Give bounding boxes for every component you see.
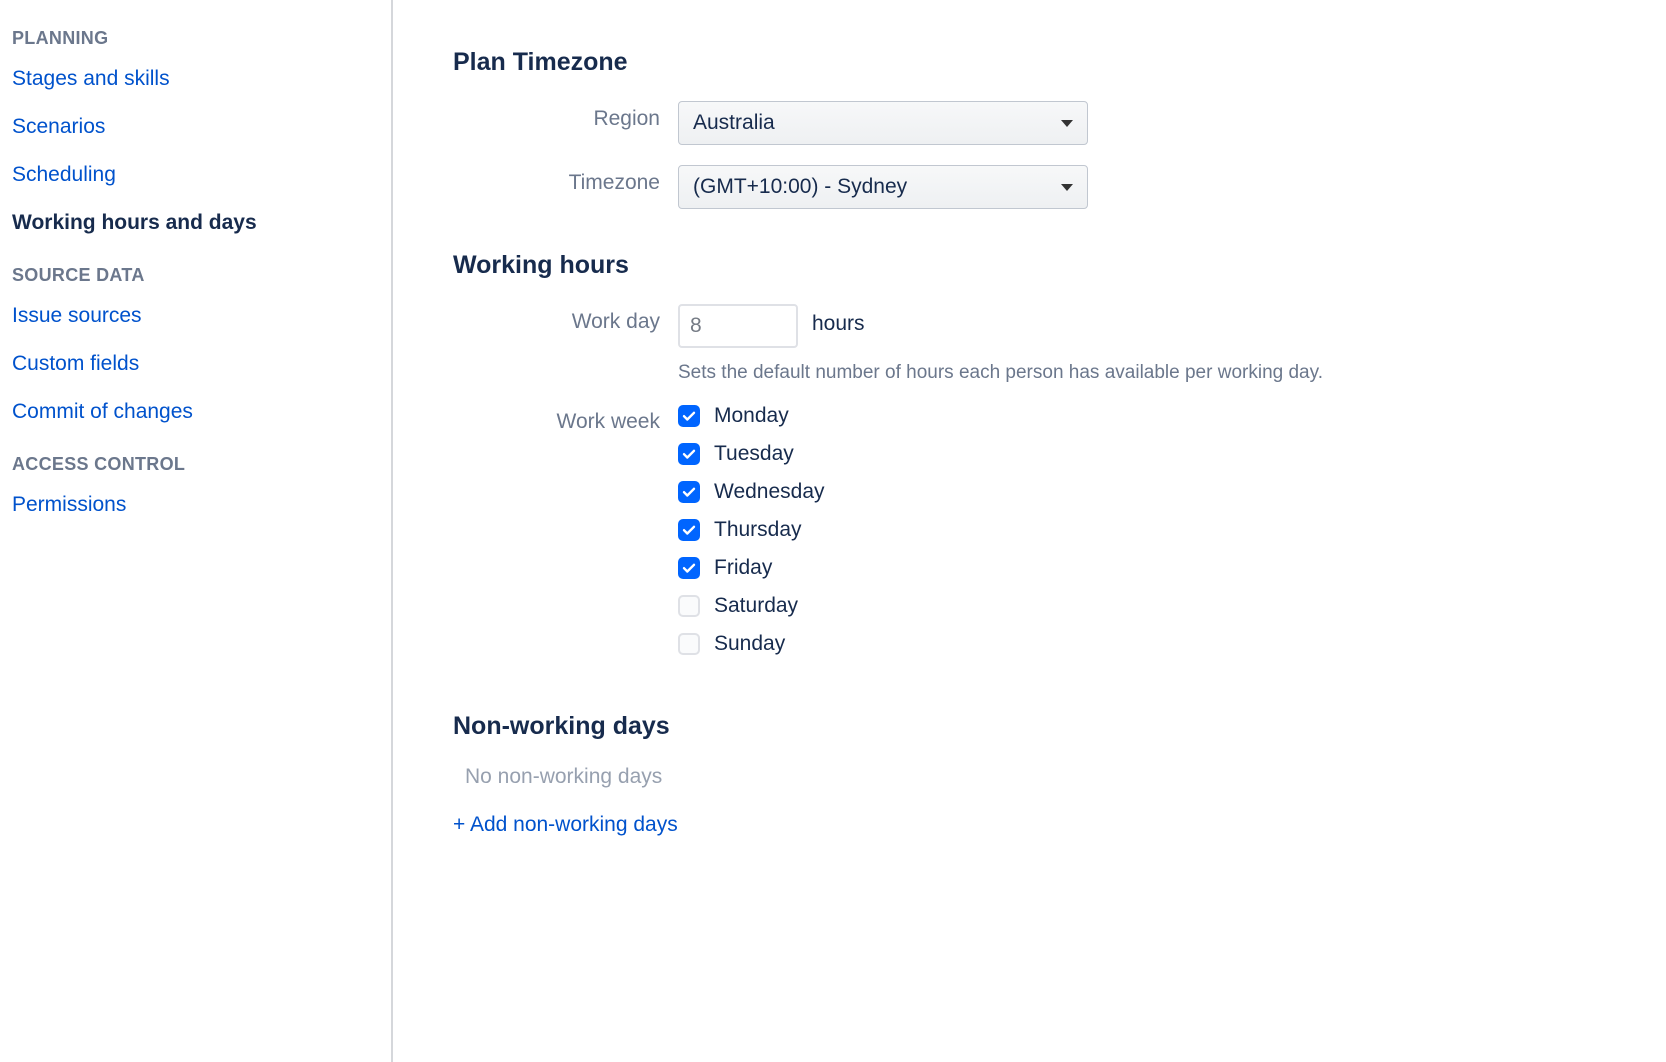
workweek-day-thursday[interactable]: Thursday <box>678 518 825 542</box>
workweek-day-sunday[interactable]: Sunday <box>678 632 825 656</box>
working-hours-section: Working hours Work day hours Sets the de… <box>453 251 1646 670</box>
timezone-row: Timezone (GMT+10:00) - Sydney <box>453 165 1646 209</box>
workday-label: Work day <box>453 304 678 334</box>
checkbox-checked-icon <box>678 481 700 503</box>
workweek-day-label: Wednesday <box>714 480 825 504</box>
sidebar-item-custom-fields[interactable]: Custom fields <box>12 352 379 376</box>
chevron-down-icon <box>1061 184 1073 191</box>
checkbox-checked-icon <box>678 557 700 579</box>
workweek-row: Work week Monday Tuesday Wednesday Thursday… <box>453 404 1646 670</box>
workweek-day-tuesday[interactable]: Tuesday <box>678 442 825 466</box>
workweek-day-label: Friday <box>714 556 772 580</box>
sidebar-item-stages-and-skills[interactable]: Stages and skills <box>12 67 379 91</box>
sidebar-section-heading: PLANNING <box>12 28 379 49</box>
sidebar-item-permissions[interactable]: Permissions <box>12 493 379 517</box>
sidebar-item-scenarios[interactable]: Scenarios <box>12 115 379 139</box>
timezone-select[interactable]: (GMT+10:00) - Sydney <box>678 165 1088 209</box>
workweek-day-monday[interactable]: Monday <box>678 404 825 428</box>
workweek-day-label: Saturday <box>714 594 798 618</box>
workweek-day-saturday[interactable]: Saturday <box>678 594 825 618</box>
non-working-empty-text: No non-working days <box>465 765 1646 789</box>
sidebar-item-scheduling[interactable]: Scheduling <box>12 163 379 187</box>
sidebar-item-issue-sources[interactable]: Issue sources <box>12 304 379 328</box>
sidebar-section-heading: ACCESS CONTROL <box>12 454 379 475</box>
region-row: Region Australia <box>453 101 1646 145</box>
workday-help-text: Sets the default number of hours each pe… <box>678 362 1510 384</box>
non-working-days-section: Non-working days No non-working days + A… <box>453 712 1646 837</box>
workweek-day-label: Tuesday <box>714 442 794 466</box>
region-select[interactable]: Australia <box>678 101 1088 145</box>
timezone-select-value: (GMT+10:00) - Sydney <box>693 175 907 199</box>
checkbox-checked-icon <box>678 405 700 427</box>
workweek-day-label: Sunday <box>714 632 785 656</box>
sidebar-item-commit-of-changes[interactable]: Commit of changes <box>12 400 379 424</box>
region-select-value: Australia <box>693 111 775 135</box>
checkbox-checked-icon <box>678 443 700 465</box>
non-working-days-heading: Non-working days <box>453 712 1646 741</box>
add-non-working-days-link[interactable]: + Add non-working days <box>453 813 678 836</box>
main-content: Plan Timezone Region Australia Timezone … <box>393 0 1666 1062</box>
sidebar: PLANNING Stages and skills Scenarios Schedu… <box>0 0 393 1062</box>
timezone-label: Timezone <box>453 165 678 195</box>
sidebar-section-heading: SOURCE DATA <box>12 265 379 286</box>
sidebar-item-working-hours-and-days: Working hours and days <box>12 211 379 235</box>
workday-row: Work day hours Sets the default number o… <box>453 304 1646 384</box>
chevron-down-icon <box>1061 120 1073 127</box>
checkbox-unchecked-icon <box>678 633 700 655</box>
workweek-day-label: Thursday <box>714 518 802 542</box>
plan-timezone-section: Plan Timezone Region Australia Timezone … <box>453 48 1646 209</box>
workweek-label: Work week <box>453 404 678 434</box>
plan-timezone-heading: Plan Timezone <box>453 48 1646 77</box>
working-hours-heading: Working hours <box>453 251 1646 280</box>
region-label: Region <box>453 101 678 131</box>
checkbox-checked-icon <box>678 519 700 541</box>
checkbox-unchecked-icon <box>678 595 700 617</box>
workday-input[interactable] <box>678 304 798 348</box>
workweek-day-friday[interactable]: Friday <box>678 556 825 580</box>
workday-suffix: hours <box>812 304 865 336</box>
workweek-day-label: Monday <box>714 404 789 428</box>
workweek-day-wednesday[interactable]: Wednesday <box>678 480 825 504</box>
